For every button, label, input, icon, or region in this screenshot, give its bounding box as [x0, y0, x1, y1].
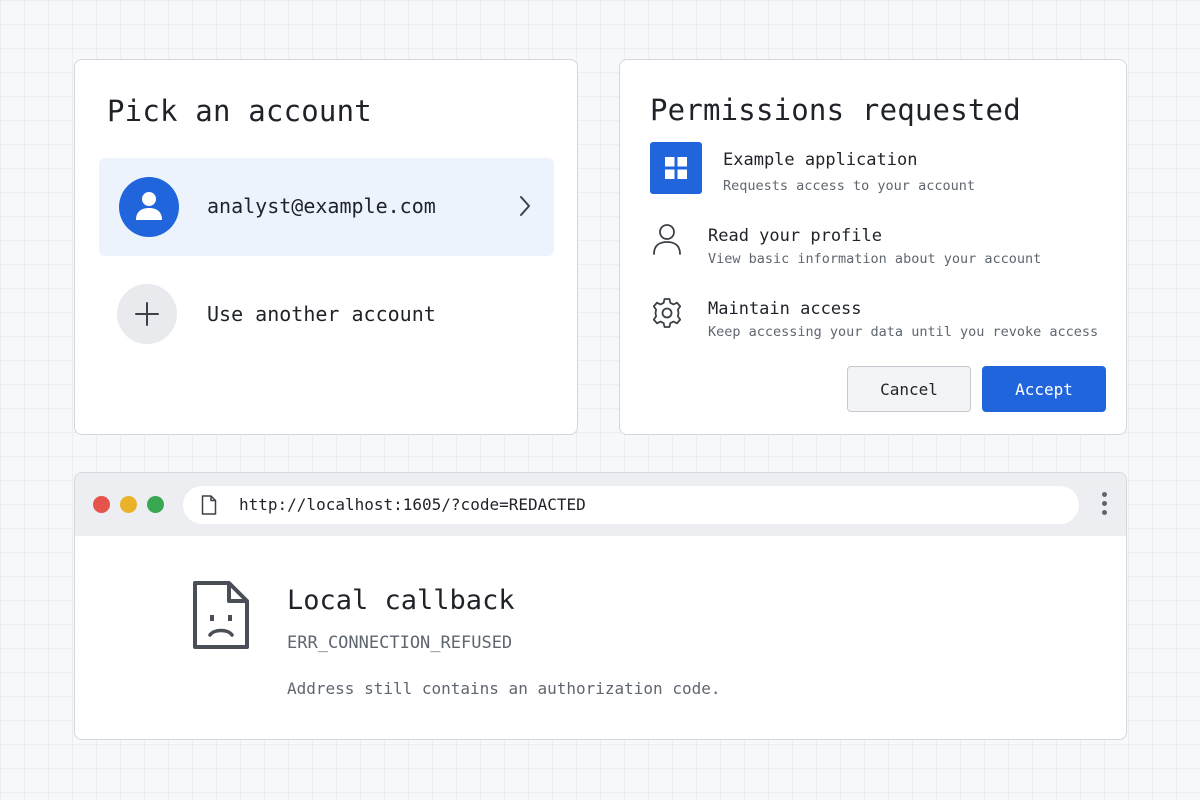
- minimize-window-dot[interactable]: [120, 496, 137, 513]
- permission-read-profile-name: Read your profile: [708, 226, 882, 246]
- address-bar[interactable]: http://localhost:1605/?code=REDACTED: [183, 486, 1079, 524]
- permission-maintain-access-description: Keep accessing your data until you revok…: [708, 324, 1099, 340]
- app-grid-icon: [650, 142, 702, 194]
- use-another-account-button[interactable]: Use another account: [99, 274, 554, 358]
- plus-icon: [117, 284, 177, 344]
- more-options-icon[interactable]: [1100, 492, 1108, 518]
- error-code: ERR_CONNECTION_REFUSED: [287, 633, 513, 653]
- page-info-icon[interactable]: [201, 495, 217, 519]
- close-window-dot[interactable]: [93, 496, 110, 513]
- person-avatar-icon: [119, 177, 179, 237]
- cancel-button[interactable]: Cancel: [847, 366, 971, 412]
- gear-icon: [650, 296, 684, 334]
- account-picker-title: Pick an account: [107, 94, 372, 128]
- app-subtitle: Requests access to your account: [723, 178, 975, 194]
- account-email: analyst@example.com: [207, 194, 436, 218]
- browser-window: http://localhost:1605/?code=REDACTED Loc…: [74, 472, 1127, 740]
- account-row[interactable]: analyst@example.com: [99, 158, 554, 256]
- permissions-card: Permissions requested Example applicatio…: [619, 59, 1127, 435]
- person-outline-icon: [652, 223, 682, 259]
- permission-read-profile-description: View basic information about your accoun…: [708, 251, 1042, 267]
- accept-button[interactable]: Accept: [982, 366, 1106, 412]
- permission-maintain-access-name: Maintain access: [708, 299, 862, 319]
- chevron-right-icon: [518, 194, 532, 222]
- error-title: Local callback: [287, 585, 515, 616]
- permissions-title: Permissions requested: [650, 93, 1021, 127]
- sad-document-icon: [191, 579, 251, 655]
- browser-toolbar: http://localhost:1605/?code=REDACTED: [75, 473, 1126, 536]
- error-note: Address still contains an authorization …: [287, 679, 721, 698]
- app-name: Example application: [723, 150, 918, 170]
- address-url: http://localhost:1605/?code=REDACTED: [239, 495, 586, 514]
- maximize-window-dot[interactable]: [147, 496, 164, 513]
- account-picker-card: Pick an account analyst@example.com Use …: [74, 59, 578, 435]
- use-another-account-label: Use another account: [207, 302, 436, 326]
